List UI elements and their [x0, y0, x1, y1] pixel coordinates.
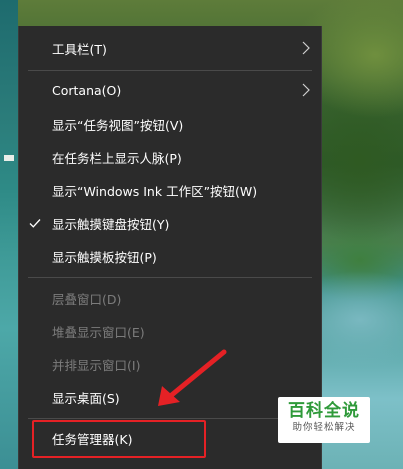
menu-item-toolbar[interactable]: 工具栏(T)	[19, 34, 321, 62]
menu-item-show-touchpad-button[interactable]: 显示触摸板按钮(P)	[19, 242, 321, 270]
menu-separator	[28, 277, 312, 278]
menu-item-cascade-windows: 层叠窗口(D)	[19, 284, 321, 312]
watermark-title: 百科全说	[288, 401, 360, 421]
menu-item-stack-windows: 堆叠显示窗口(E)	[19, 317, 321, 345]
red-arrow-icon	[158, 349, 227, 406]
menu-item-label: 显示“Windows Ink 工作区”按钮(W)	[52, 183, 258, 199]
menu-item-show-touch-keyboard-button[interactable]: 显示触摸键盘按钮(Y)	[19, 209, 321, 237]
menu-item-show-people[interactable]: 在任务栏上显示人脉(P)	[19, 143, 321, 171]
checkmark-icon	[28, 216, 42, 230]
chevron-right-icon	[302, 41, 310, 55]
menu-item-label: 层叠窗口(D)	[52, 291, 122, 307]
watermark-subtitle: 助你轻松解决	[292, 422, 356, 433]
menu-item-label: 显示“任务视图”按钮(V)	[52, 117, 184, 133]
menu-item-label: 显示触摸板按钮(P)	[52, 249, 157, 265]
wallpaper-left-strip	[0, 0, 18, 469]
menu-item-cortana[interactable]: Cortana(O)	[19, 76, 321, 104]
menu-item-label: 显示触摸键盘按钮(Y)	[52, 216, 170, 232]
wallpaper-house	[4, 155, 14, 161]
menu-separator	[28, 418, 312, 419]
menu-item-label: 堆叠显示窗口(E)	[52, 324, 145, 340]
watermark-logo: 百科全说 助你轻松解决	[278, 397, 370, 443]
menu-item-show-task-view-button[interactable]: 显示“任务视图”按钮(V)	[19, 110, 321, 138]
menu-separator	[28, 70, 312, 71]
menu-item-label: 在任务栏上显示人脉(P)	[52, 150, 182, 166]
menu-item-label: 工具栏(T)	[52, 41, 107, 57]
menu-item-label: Cortana(O)	[52, 82, 122, 98]
menu-item-label: 显示桌面(S)	[52, 390, 120, 406]
menu-item-label: 并排显示窗口(I)	[52, 357, 141, 373]
task-manager-highlight	[32, 420, 206, 458]
chevron-right-icon	[302, 83, 310, 97]
menu-item-show-windows-ink-button[interactable]: 显示“Windows Ink 工作区”按钮(W)	[19, 176, 321, 204]
